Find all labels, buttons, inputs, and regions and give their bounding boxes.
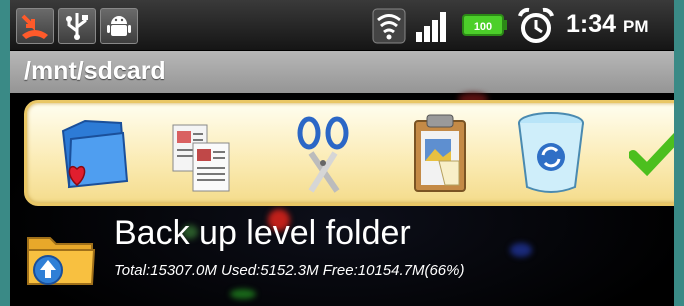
wifi-icon <box>372 8 406 48</box>
phone-screen: 100 1:34 PM /mnt/sdcard Back up level fo… <box>10 0 674 306</box>
alarm-icon <box>516 6 556 50</box>
battery-icon: 100 <box>462 12 508 42</box>
action-toolbar <box>24 100 674 206</box>
signal-icon <box>414 8 452 48</box>
paste-icon[interactable] <box>409 111 471 199</box>
current-path: /mnt/sdcard <box>24 57 166 85</box>
missed-call-icon[interactable] <box>16 8 54 44</box>
battery-level: 100 <box>474 21 492 33</box>
path-bar: /mnt/sdcard <box>10 51 674 93</box>
clock-ampm: PM <box>623 17 649 36</box>
clock-time: 1:34 <box>566 10 617 38</box>
list-item-info: Total:15307.0M Used:5152.3M Free:10154.7… <box>114 262 465 279</box>
cut-icon[interactable] <box>293 113 355 201</box>
favorites-folder-icon[interactable] <box>55 109 131 199</box>
status-clock: 1:34 PM <box>566 10 649 39</box>
android-debug-icon[interactable] <box>100 8 138 44</box>
usb-icon[interactable] <box>58 8 96 44</box>
background-glow <box>510 243 532 257</box>
copy-icon[interactable] <box>167 117 237 199</box>
background-glow <box>230 289 256 299</box>
list-item-title: Back up level folder <box>114 214 411 252</box>
status-bar: 100 1:34 PM <box>10 0 674 51</box>
confirm-icon[interactable] <box>628 131 674 181</box>
delete-icon[interactable] <box>513 109 589 201</box>
up-folder-icon <box>26 230 96 292</box>
